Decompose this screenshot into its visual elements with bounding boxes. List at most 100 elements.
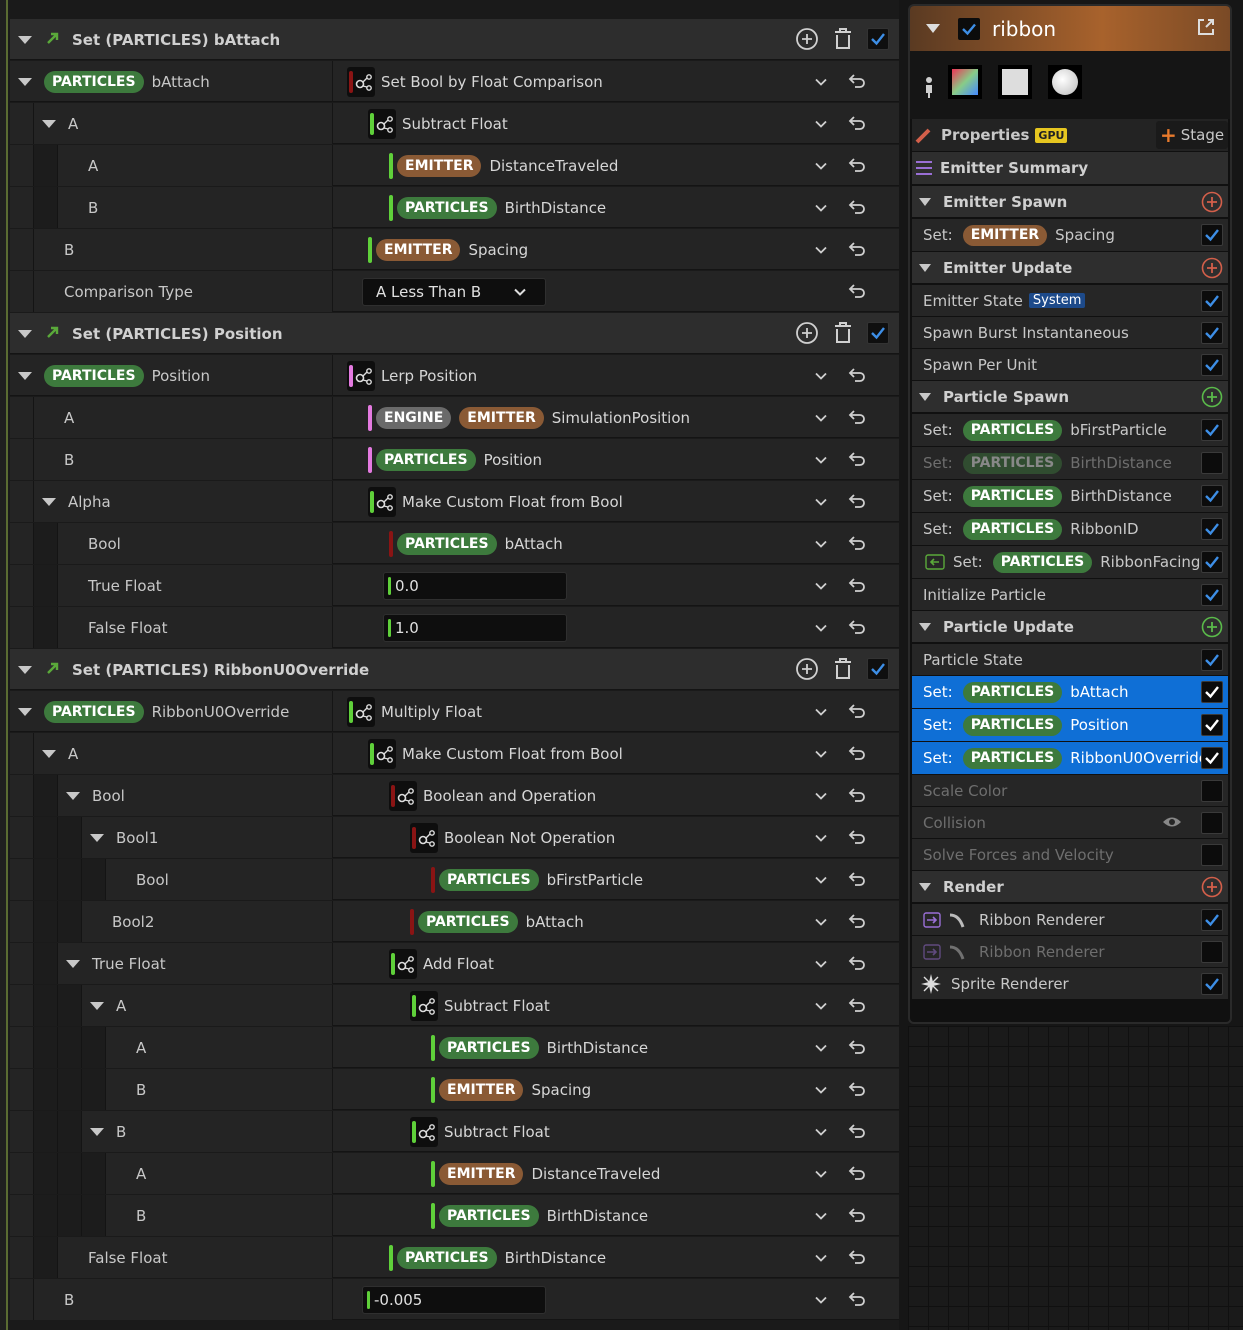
reset-icon[interactable] xyxy=(848,240,866,258)
parameter-value[interactable]: 1.0 xyxy=(383,607,567,648)
expand-icon[interactable] xyxy=(18,707,32,716)
reset-icon[interactable] xyxy=(848,1290,866,1308)
collapse-icon[interactable] xyxy=(18,665,32,674)
parameter-value[interactable]: Make Custom Float from Bool xyxy=(368,481,623,522)
module-item[interactable]: Set: PARTICLES RibbonU0Override xyxy=(912,742,1228,774)
column-divider[interactable] xyxy=(332,397,333,438)
chevron-down-icon[interactable] xyxy=(815,74,827,86)
column-divider[interactable] xyxy=(332,229,333,270)
chevron-down-icon[interactable] xyxy=(815,788,827,800)
stage-section[interactable]: Particle Update xyxy=(912,611,1228,642)
column-divider[interactable] xyxy=(332,691,333,732)
reset-icon[interactable] xyxy=(848,786,866,804)
reset-icon[interactable] xyxy=(848,702,866,720)
module-header[interactable]: Set (PARTICLES) RibbonU0Override xyxy=(10,649,899,690)
column-divider[interactable] xyxy=(332,565,333,606)
module-enable-checkbox[interactable] xyxy=(1201,973,1223,995)
module-item[interactable]: Set: PARTICLES BirthDistance xyxy=(912,447,1228,479)
thumbnail-gradient[interactable] xyxy=(948,65,982,99)
module-enable-checkbox[interactable] xyxy=(1201,452,1223,474)
parameter-value[interactable]: Make Custom Float from Bool xyxy=(368,733,623,774)
expand-icon[interactable] xyxy=(42,749,56,758)
reset-icon[interactable] xyxy=(848,996,866,1014)
expand-icon[interactable] xyxy=(66,959,80,968)
module-header[interactable]: Set (PARTICLES) Position xyxy=(10,313,899,354)
dynamic-input-icon[interactable] xyxy=(368,486,396,517)
column-divider[interactable] xyxy=(332,523,333,564)
dynamic-input-icon[interactable] xyxy=(389,780,417,811)
module-item[interactable]: Scale Color xyxy=(912,775,1228,806)
module-enable-checkbox[interactable] xyxy=(1201,290,1223,312)
module-enable-checkbox[interactable] xyxy=(1201,518,1223,540)
column-divider[interactable] xyxy=(332,943,333,984)
reset-icon[interactable] xyxy=(848,534,866,552)
comparison-dropdown[interactable]: A Less Than B xyxy=(362,277,546,306)
parameter-value[interactable]: PARTICLES bAttach xyxy=(389,523,563,564)
reset-icon[interactable] xyxy=(848,576,866,594)
parameter-value[interactable]: Multiply Float xyxy=(347,691,482,732)
reset-icon[interactable] xyxy=(848,1038,866,1056)
chevron-down-icon[interactable] xyxy=(815,956,827,968)
module-item[interactable]: Initialize Particle xyxy=(912,579,1228,610)
collapse-icon[interactable] xyxy=(919,882,931,891)
column-divider[interactable] xyxy=(332,61,333,102)
module-enable-checkbox[interactable] xyxy=(1201,681,1223,703)
module-enable-checkbox[interactable] xyxy=(1201,649,1223,671)
module-enable-checkbox[interactable] xyxy=(867,28,889,50)
parameter-value[interactable]: EMITTER DistanceTraveled xyxy=(389,145,618,186)
column-divider[interactable] xyxy=(332,775,333,816)
collapse-icon[interactable] xyxy=(18,35,32,44)
column-divider[interactable] xyxy=(332,1279,333,1320)
reset-icon[interactable] xyxy=(848,198,866,216)
module-item[interactable]: Spawn Per Unit xyxy=(912,349,1228,380)
add-module-icon[interactable] xyxy=(1201,616,1223,638)
expand-icon[interactable] xyxy=(66,791,80,800)
parameter-value[interactable]: Subtract Float xyxy=(368,103,508,144)
parameter-value[interactable]: EMITTER DistanceTraveled xyxy=(431,1153,660,1194)
parameter-value[interactable]: PARTICLES BirthDistance xyxy=(389,187,606,228)
thumbnail-sphere[interactable] xyxy=(1048,65,1082,99)
dynamic-input-icon[interactable] xyxy=(410,1116,438,1147)
delete-icon[interactable] xyxy=(832,27,854,51)
column-divider[interactable] xyxy=(332,271,333,312)
module-enable-checkbox[interactable] xyxy=(1201,419,1223,441)
emitter-header[interactable]: ribbon xyxy=(910,6,1230,51)
parameter-value[interactable]: PARTICLES BirthDistance xyxy=(431,1195,648,1236)
expand-icon[interactable] xyxy=(90,833,104,842)
reset-icon[interactable] xyxy=(848,282,866,300)
reset-icon[interactable] xyxy=(848,828,866,846)
parameter-value[interactable]: A Less Than B xyxy=(362,271,546,312)
module-enable-checkbox[interactable] xyxy=(1201,747,1223,769)
module-item[interactable]: Ribbon Renderer xyxy=(912,936,1228,967)
column-divider[interactable] xyxy=(332,145,333,186)
chevron-down-icon[interactable] xyxy=(815,998,827,1010)
chevron-down-icon[interactable] xyxy=(815,1292,827,1304)
parameter-value[interactable]: -0.005 xyxy=(362,1279,546,1320)
properties-row[interactable]: Properties GPU + Stage xyxy=(912,119,1228,151)
chevron-down-icon[interactable] xyxy=(815,578,827,590)
chevron-down-icon[interactable] xyxy=(815,1124,827,1136)
chevron-down-icon[interactable] xyxy=(815,200,827,212)
expand-icon[interactable] xyxy=(90,1001,104,1010)
chevron-down-icon[interactable] xyxy=(815,1166,827,1178)
float-input[interactable]: 1.0 xyxy=(383,613,567,642)
module-header[interactable]: Set (PARTICLES) bAttach xyxy=(10,19,899,60)
chevron-down-icon[interactable] xyxy=(815,914,827,926)
add-icon[interactable] xyxy=(795,27,819,51)
chevron-down-icon[interactable] xyxy=(815,746,827,758)
dynamic-input-icon[interactable] xyxy=(410,990,438,1021)
module-item[interactable]: Set: PARTICLES RibbonFacing xyxy=(912,546,1228,578)
emitter-enable-checkbox[interactable] xyxy=(958,17,980,40)
parameter-value[interactable]: PARTICLES BirthDistance xyxy=(389,1237,606,1278)
module-item[interactable]: Solve Forces and Velocity xyxy=(912,839,1228,870)
reset-icon[interactable] xyxy=(848,618,866,636)
reset-icon[interactable] xyxy=(848,450,866,468)
module-item[interactable]: Set: PARTICLES BirthDistance xyxy=(912,480,1228,512)
chevron-down-icon[interactable] xyxy=(815,452,827,464)
reset-icon[interactable] xyxy=(848,744,866,762)
stage-section[interactable]: Emitter Update xyxy=(912,252,1228,283)
chevron-down-icon[interactable] xyxy=(815,872,827,884)
module-enable-checkbox[interactable] xyxy=(1201,844,1223,866)
column-divider[interactable] xyxy=(332,1069,333,1110)
expand-icon[interactable] xyxy=(42,497,56,506)
